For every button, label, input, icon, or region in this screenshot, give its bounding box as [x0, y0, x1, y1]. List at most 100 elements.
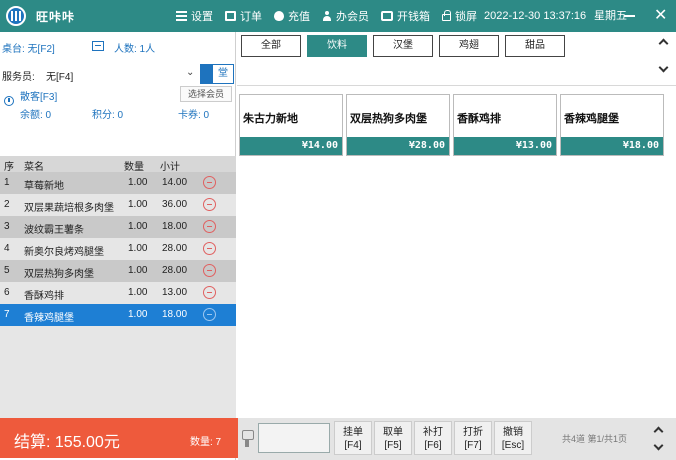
product-grid: 朱古力新地 ¥14.00 双层热狗多肉堡 ¥28.00 香酥鸡排 ¥13.00 …: [239, 94, 675, 156]
tab-wings[interactable]: 鸡翅: [439, 35, 499, 57]
product-price: ¥14.00: [240, 137, 342, 155]
table-row[interactable]: 1 草莓新地 1.00 14.00: [0, 172, 236, 194]
app-logo-icon: [6, 6, 26, 26]
top-menu: 设置 订单 充值 办会员 开钱箱 锁屏: [176, 0, 489, 32]
new-member-button[interactable]: 办会员: [322, 8, 369, 24]
remove-item-icon[interactable]: [203, 220, 216, 233]
discount-label: 打折: [463, 427, 483, 438]
minimize-icon[interactable]: [624, 15, 635, 17]
table-info-row: 桌台: 无[F2] 人数: 1人: [2, 40, 232, 55]
row-subtotal: 36.00: [162, 199, 188, 210]
tab-burgers[interactable]: 汉堡: [373, 35, 433, 57]
row-name: 波纹霸王薯条: [24, 225, 84, 236]
undo-button[interactable]: 撤销 [Esc]: [494, 421, 532, 455]
row-qty: 1.00: [128, 243, 148, 254]
row-index: 4: [4, 243, 10, 254]
orders-button[interactable]: 订单: [225, 8, 262, 24]
page-down-icon[interactable]: [652, 440, 666, 454]
product-price: ¥13.00: [454, 137, 556, 155]
lock-icon: [442, 10, 451, 21]
chevron-down-icon[interactable]: ⌄: [186, 67, 194, 78]
points: 积分: 0: [92, 110, 124, 121]
row-name: 新奥尔良烤鸡腿堡: [24, 247, 104, 258]
datetime: 2022-12-30 13:37:16: [484, 10, 587, 22]
recall-order-button[interactable]: 取单 [F5]: [374, 421, 412, 455]
weekday: 星期五: [594, 10, 627, 22]
header-subtotal: 小计: [160, 162, 180, 173]
open-drawer-button[interactable]: 开钱箱: [381, 8, 430, 24]
waiter-row: 服务员: 无[F4] ⌄ 堂: [2, 64, 234, 84]
recharge-button[interactable]: 充值: [274, 8, 310, 24]
row-name: 双层热狗多肉堡: [24, 269, 94, 280]
product-card[interactable]: 朱古力新地 ¥14.00: [239, 94, 343, 156]
table-row[interactable]: 4 新奥尔良烤鸡腿堡 1.00 28.00: [0, 238, 236, 260]
table-row[interactable]: 2 双层果蔬培根多肉堡 1.00 36.00: [0, 194, 236, 216]
product-name: 朱古力新地: [243, 113, 298, 125]
coupons: 卡券: 0: [178, 110, 210, 121]
title-bar: 旺咔咔 设置 订单 充值 办会员 开钱箱 锁屏 2022-12-30 13:37…: [0, 0, 676, 32]
app-name: 旺咔咔: [36, 9, 76, 24]
lock-screen-button[interactable]: 锁屏: [442, 8, 477, 24]
table-selector[interactable]: 桌台: 无[F2]: [2, 40, 55, 55]
tab-drinks[interactable]: 饮料: [307, 35, 367, 57]
cash-drawer-icon: [381, 11, 393, 21]
item-list-empty-area: [0, 326, 236, 424]
settings-button[interactable]: 设置: [176, 8, 213, 24]
row-subtotal: 28.00: [162, 265, 188, 276]
row-index: 7: [4, 309, 10, 320]
recall-order-label: 取单: [383, 427, 403, 438]
divider: [237, 85, 676, 86]
reprint-shortcut: [F6]: [424, 440, 442, 451]
product-card[interactable]: 香辣鸡腿堡 ¥18.00: [560, 94, 664, 156]
product-name: 香酥鸡排: [457, 113, 501, 125]
order-icon: [225, 11, 236, 21]
row-index: 2: [4, 199, 10, 210]
remove-item-icon[interactable]: [203, 286, 216, 299]
row-index: 5: [4, 265, 10, 276]
row-subtotal: 14.00: [162, 177, 188, 188]
row-qty: 1.00: [128, 287, 148, 298]
remove-item-icon[interactable]: [203, 176, 216, 189]
product-card[interactable]: 香酥鸡排 ¥13.00: [453, 94, 557, 156]
remove-item-icon[interactable]: [203, 308, 216, 321]
people-count[interactable]: 人数: 1人: [114, 40, 155, 55]
reprint-button[interactable]: 补打 [F6]: [414, 421, 452, 455]
category-scroll-down-icon[interactable]: [657, 62, 671, 76]
row-qty: 1.00: [128, 221, 148, 232]
guest-selector[interactable]: 散客[F3]: [20, 88, 57, 103]
dine-in-label: 堂: [213, 65, 233, 83]
page-up-icon[interactable]: [652, 424, 666, 437]
discount-button[interactable]: 打折 [F7]: [454, 421, 492, 455]
remove-item-icon[interactable]: [203, 242, 216, 255]
select-member-button[interactable]: 选择会员: [180, 86, 232, 102]
row-subtotal: 28.00: [162, 243, 188, 254]
checkout-button[interactable]: 结算: 155.00元 数量: 7: [0, 418, 238, 458]
member-icon: [4, 96, 14, 106]
product-price: ¥28.00: [347, 137, 449, 155]
table-row[interactable]: 5 双层热狗多肉堡 1.00 28.00: [0, 260, 236, 282]
row-subtotal: 18.00: [162, 221, 188, 232]
bottom-toolbar: 挂单 [F4] 取单 [F5] 补打 [F6] 打折 [F7] 撤销 [Esc] 共4道 …: [238, 418, 676, 460]
tab-all[interactable]: 全部: [241, 35, 301, 57]
table-row[interactable]: 7 香辣鸡腿堡 1.00 18.00: [0, 304, 236, 326]
checkout-quantity: 数量: 7: [190, 437, 222, 448]
remove-item-icon[interactable]: [203, 198, 216, 211]
category-scroll-up-icon[interactable]: [657, 36, 671, 49]
row-subtotal: 18.00: [162, 309, 188, 320]
open-drawer-label: 开钱箱: [397, 11, 430, 23]
barcode-input[interactable]: [258, 423, 330, 453]
dine-in-toggle[interactable]: 堂: [200, 64, 234, 84]
table-row[interactable]: 6 香酥鸡排 1.00 13.00: [0, 282, 236, 304]
hold-order-button[interactable]: 挂单 [F4]: [334, 421, 372, 455]
hold-order-label: 挂单: [343, 427, 363, 438]
product-card[interactable]: 双层热狗多肉堡 ¥28.00: [346, 94, 450, 156]
table-row[interactable]: 3 波纹霸王薯条 1.00 18.00: [0, 216, 236, 238]
undo-label: 撤销: [503, 427, 523, 438]
waiter-value[interactable]: 无[F4]: [46, 68, 73, 83]
remove-item-icon[interactable]: [203, 264, 216, 277]
lock-screen-label: 锁屏: [455, 11, 477, 23]
reprint-label: 补打: [423, 427, 443, 438]
menu-panel: 全部 饮料 汉堡 鸡翅 甜品 朱古力新地 ¥14.00 双层热狗多肉堡 ¥28.…: [237, 32, 676, 418]
close-icon[interactable]: ✕: [654, 6, 667, 26]
tab-desserts[interactable]: 甜品: [505, 35, 565, 57]
